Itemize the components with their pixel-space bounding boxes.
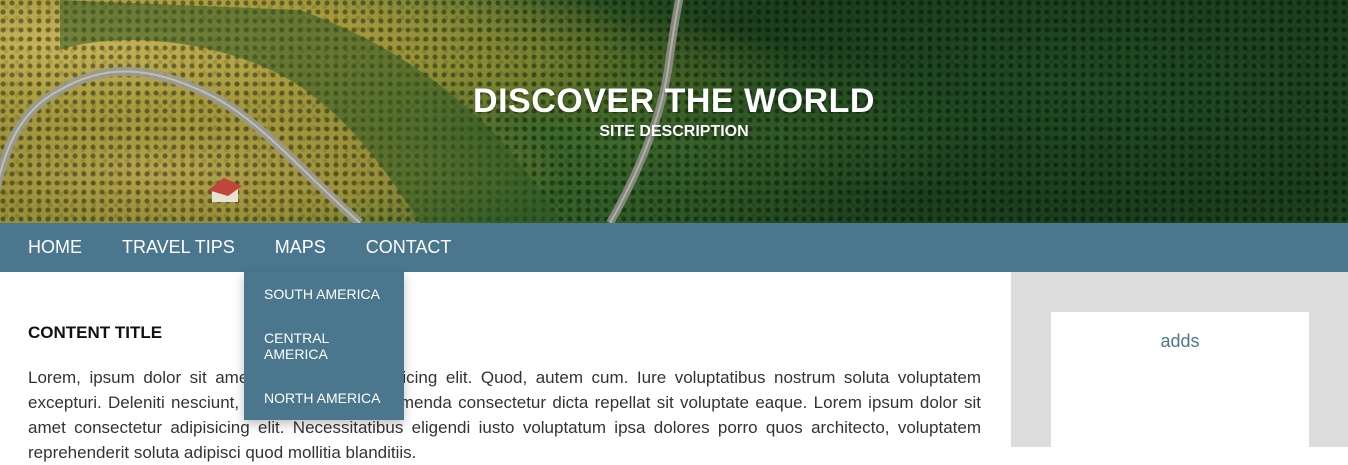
nav-list: HOME TRAVEL TIPS MAPS CONTACT	[0, 223, 1348, 272]
hero-banner: DISCOVER THE WORLD SITE DESCRIPTION	[0, 0, 1348, 223]
nav-item-contact[interactable]: CONTACT	[346, 223, 472, 272]
ad-box[interactable]: adds	[1051, 312, 1309, 452]
content-title: CONTENT TITLE	[28, 323, 163, 342]
dropdown-item-central-america[interactable]: CENTRAL AMERICA	[264, 330, 389, 362]
main-navigation: HOME TRAVEL TIPS MAPS CONTACT	[0, 223, 1348, 272]
site-description: SITE DESCRIPTION	[599, 123, 749, 140]
main-content: CONTENT TITLE Lorem, ipsum dolor sit ame…	[0, 272, 1011, 462]
dropdown-item-north-america[interactable]: NORTH AMERICA	[264, 390, 389, 406]
nav-item-travel-tips[interactable]: TRAVEL TIPS	[102, 223, 255, 272]
nav-item-home[interactable]: HOME	[8, 223, 102, 272]
dropdown-item-south-america[interactable]: SOUTH AMERICA	[264, 286, 389, 302]
maps-dropdown-menu: SOUTH AMERICA CENTRAL AMERICA NORTH AMER…	[244, 272, 404, 420]
house-icon	[208, 178, 242, 202]
sidebar: adds	[1011, 272, 1348, 452]
ad-label: adds	[1160, 331, 1200, 351]
site-title: DISCOVER THE WORLD	[473, 82, 875, 120]
nav-item-maps[interactable]: MAPS	[255, 223, 346, 272]
content-body: Lorem, ipsum dolor sit amet consectetur …	[28, 368, 981, 462]
